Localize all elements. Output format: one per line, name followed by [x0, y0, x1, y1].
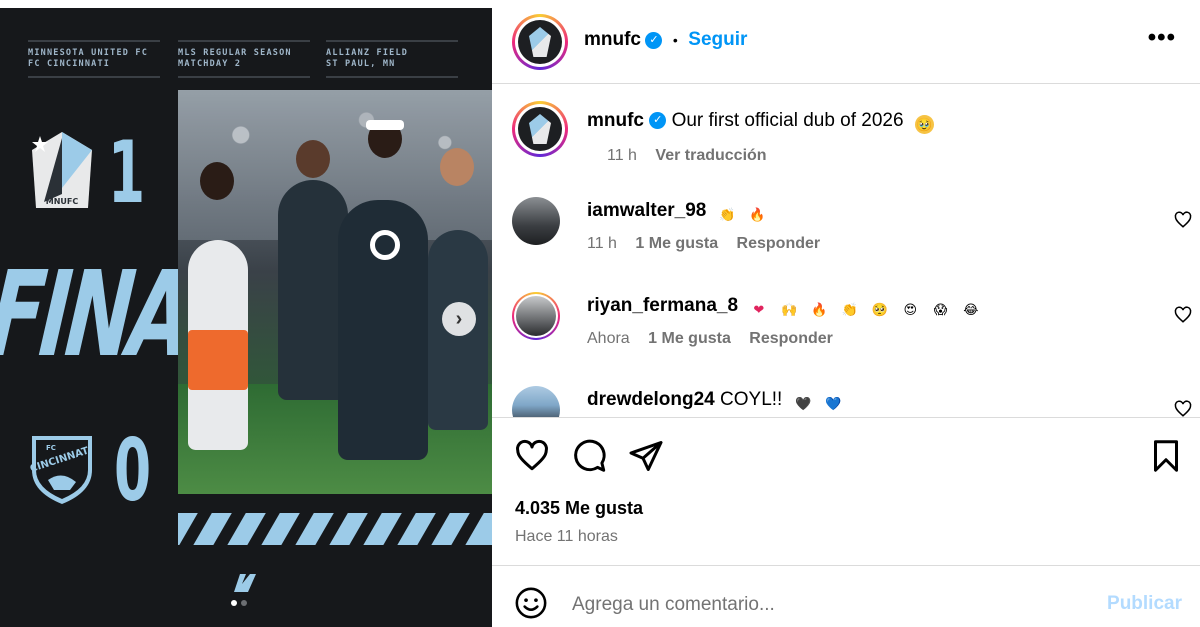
comment-likes[interactable]: 1 Me gusta — [648, 330, 731, 347]
avatar[interactable] — [512, 14, 568, 70]
fire-emoji-icon: 🔥 — [811, 302, 828, 317]
raising-hands-emoji-icon: 🙌 — [781, 302, 798, 317]
post-actions: 4.035 Me gusta Hace 11 horas — [492, 417, 1200, 565]
comment-time[interactable]: Ahora — [587, 330, 630, 347]
likes-count[interactable]: 4.035 Me gusta — [515, 498, 643, 519]
verified-badge-icon: ✓ — [649, 112, 667, 130]
match-info-line: ALLIANZ FIELD — [326, 48, 409, 58]
follow-button[interactable]: Seguir — [688, 29, 747, 50]
header-username[interactable]: mnufc — [584, 29, 641, 50]
svg-text:MNUFC: MNUFC — [46, 197, 79, 206]
player-head — [296, 140, 330, 178]
carousel-dot-active — [231, 600, 237, 606]
player-head — [200, 162, 234, 200]
clapping-hands-emoji-icon: 👏 — [841, 302, 858, 317]
match-info-line: MLS REGULAR SEASON — [178, 48, 292, 58]
heart-emoji-icon: ❤ — [753, 302, 765, 317]
translate-button[interactable]: Ver traducción — [655, 147, 766, 164]
carousel-dot — [241, 600, 247, 606]
like-comment-heart-icon[interactable] — [1174, 306, 1192, 324]
match-venue-info: ALLIANZ FIELD ST PAUL, MN — [326, 40, 458, 78]
like-comment-heart-icon[interactable] — [1174, 400, 1192, 417]
tears-of-joy-emoji-icon: 😂 — [963, 302, 979, 317]
verified-badge-icon: ✓ — [645, 32, 663, 50]
screaming-face-emoji-icon: 😱 — [933, 302, 948, 317]
blue-heart-emoji-icon: 💙 — [825, 396, 842, 411]
carousel-next-button[interactable]: › — [442, 302, 476, 336]
comment-likes[interactable]: 1 Me gusta — [635, 235, 718, 252]
comment-username[interactable]: drewdelong24 — [587, 389, 715, 410]
svg-text:FC: FC — [46, 444, 56, 452]
sponsor-mark-icon — [234, 574, 256, 592]
comment-time[interactable]: 11 h — [587, 235, 617, 252]
comment-item: drewdelong24 COYL!! 🖤 💙 — [512, 386, 1192, 417]
comment-item: riyan_fermana_8 ❤ 🙌 🔥 👏 🥺 😍 😱 😂 Ahora 1 … — [512, 292, 1192, 372]
post-caption: mnufc ✓ Our first official dub of 2026 🥹… — [512, 101, 1192, 181]
save-bookmark-icon[interactable] — [1148, 438, 1184, 474]
mnufc-logo-icon — [529, 27, 551, 57]
sponsor-logo-icon — [370, 230, 400, 260]
match-info-line: ST PAUL, MN — [326, 59, 396, 69]
pleading-face-emoji-icon: 🥺 — [871, 302, 889, 317]
post-side-panel: mnufc ✓ • Seguir ••• mnufc ✓ Our first o… — [492, 0, 1200, 627]
match-info-line: MATCHDAY 2 — [178, 59, 242, 69]
match-photo — [178, 90, 492, 494]
mnufc-logo-icon — [529, 114, 551, 144]
separator: • — [672, 32, 678, 48]
caption-username[interactable]: mnufc — [587, 110, 644, 131]
emoji-picker-icon[interactable] — [514, 586, 548, 620]
match-info-line: MINNESOTA UNITED FC — [28, 48, 149, 58]
match-teams-info: MINNESOTA UNITED FC FC CINCINNATI — [28, 40, 160, 78]
caption-text: Our first official dub of 2026 — [671, 110, 904, 131]
match-season-info: MLS REGULAR SEASON MATCHDAY 2 — [178, 40, 310, 78]
reply-button[interactable]: Responder — [749, 330, 833, 347]
like-comment-heart-icon[interactable] — [1174, 211, 1192, 229]
comments-list[interactable]: mnufc ✓ Our first official dub of 2026 🥹… — [492, 85, 1200, 417]
reply-button[interactable]: Responder — [737, 235, 821, 252]
player-head — [440, 148, 474, 186]
home-score: 1 — [108, 123, 146, 223]
smiling-face-emoji-icon: 🥹 — [914, 115, 934, 134]
avatar[interactable] — [512, 386, 560, 417]
comment-input[interactable] — [572, 590, 1092, 620]
post-header: mnufc ✓ • Seguir ••• — [492, 0, 1200, 84]
clapping-hands-emoji-icon: 👏 — [719, 207, 736, 222]
comment-username[interactable]: riyan_fermana_8 — [587, 295, 738, 316]
fc-cincinnati-crest-icon: CINCINNATI FC — [29, 436, 94, 504]
headband — [366, 120, 404, 130]
post-media[interactable]: MINNESOTA UNITED FC FC CINCINNATI MLS RE… — [0, 0, 492, 627]
match-info-line: FC CINCINNATI — [28, 59, 111, 69]
share-paper-plane-icon[interactable] — [628, 438, 664, 474]
comment-username[interactable]: iamwalter_98 — [587, 200, 706, 221]
away-score: 0 — [114, 421, 152, 521]
avatar[interactable] — [512, 292, 560, 340]
decorative-stripes — [178, 513, 492, 545]
more-options-icon[interactable]: ••• — [1148, 24, 1176, 52]
media-top-edge — [0, 0, 492, 8]
comment-item: iamwalter_98 👏 🔥 11 h 1 Me gusta Respond… — [512, 197, 1192, 277]
comment-bubble-icon[interactable] — [571, 438, 607, 474]
carousel-dots — [231, 600, 247, 606]
minnesota-united-crest-icon: MNUFC — [32, 132, 92, 208]
caption-time[interactable]: 11 h — [607, 147, 637, 164]
publish-button[interactable]: Publicar — [1107, 593, 1182, 615]
avatar[interactable] — [512, 101, 568, 157]
like-heart-icon[interactable] — [514, 438, 550, 474]
post-timestamp[interactable]: Hace 11 horas — [515, 528, 618, 546]
comment-text: COYL!! — [720, 389, 783, 410]
opponent-player — [188, 240, 248, 450]
black-heart-emoji-icon: 🖤 — [795, 396, 812, 411]
comment-composer: Publicar — [492, 565, 1200, 627]
fire-emoji-icon: 🔥 — [749, 207, 766, 222]
heart-eyes-emoji-icon: 😍 — [903, 302, 918, 317]
avatar[interactable] — [512, 197, 560, 245]
